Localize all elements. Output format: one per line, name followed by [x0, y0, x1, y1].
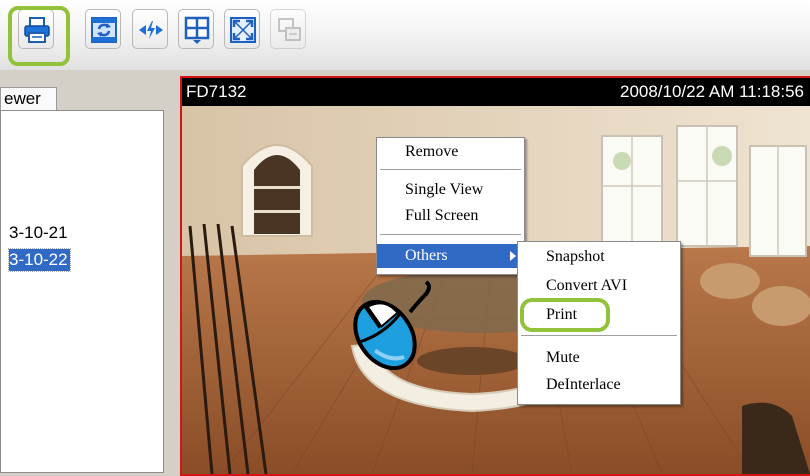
camera-name: FD7132 — [186, 82, 247, 101]
patrol-button[interactable] — [132, 9, 168, 49]
recording-tree: 3-10-21 3-10-22 — [0, 110, 164, 473]
menu-item-single-view[interactable]: Single View — [377, 178, 524, 202]
grid-layout-icon — [184, 16, 210, 44]
menu-item-label: DeInterlace — [546, 376, 621, 393]
tree-item-2008-10-21[interactable]: 3-10-21 — [9, 222, 68, 244]
refresh-button[interactable] — [85, 9, 121, 49]
menu-item-remove[interactable]: Remove — [377, 140, 524, 164]
refresh-icon — [91, 17, 117, 43]
menu-item-deinterlace[interactable]: DeInterlace — [518, 373, 680, 397]
menu-separator — [380, 169, 521, 171]
switch-view-button[interactable] — [270, 9, 306, 49]
menu-separator — [380, 234, 521, 236]
print-callout-highlight — [8, 6, 70, 66]
tree-item-label: 3-10-22 — [9, 250, 68, 269]
tree-item-label: 3-10-21 — [9, 223, 68, 242]
menu-item-others[interactable]: Others — [377, 244, 524, 268]
switch-view-icon — [278, 18, 301, 41]
menu-item-mute[interactable]: Mute — [518, 346, 680, 370]
layout-button[interactable] — [178, 9, 214, 49]
print-callout-highlight — [520, 298, 610, 332]
patrol-icon — [139, 21, 163, 39]
menu-item-full-screen[interactable]: Full Screen — [377, 204, 524, 228]
context-menu: Remove Single View Full Screen Others — [376, 137, 525, 275]
fullscreen-button[interactable] — [224, 9, 260, 49]
toolbar — [0, 0, 810, 70]
video-window[interactable]: FD7132 2008/10/22 AM 11:18:56 — [180, 76, 810, 476]
camera-timestamp: 2008/10/22 AM 11:18:56 — [619, 82, 804, 101]
fullscreen-icon — [230, 17, 256, 43]
menu-separator — [521, 335, 677, 337]
menu-item-convert-avi[interactable]: Convert AVI — [518, 274, 680, 298]
menu-item-snapshot[interactable]: Snapshot — [518, 245, 680, 269]
menu-item-label: Snapshot — [546, 248, 605, 265]
submenu-arrow-icon — [510, 251, 516, 261]
viewer-tab-label: ewer — [4, 89, 41, 108]
menu-item-label: Mute — [546, 349, 580, 366]
menu-item-label: Convert AVI — [546, 277, 628, 294]
menu-item-label: Full Screen — [405, 207, 479, 224]
tree-item-2008-10-22[interactable]: 3-10-22 — [8, 248, 71, 272]
menu-item-label: Others — [405, 247, 448, 264]
menu-item-label: Single View — [405, 181, 484, 198]
viewer-tab[interactable]: ewer — [0, 87, 57, 111]
menu-item-label: Remove — [405, 143, 459, 160]
mouse-icon — [353, 280, 431, 371]
video-header: FD7132 2008/10/22 AM 11:18:56 — [182, 78, 810, 106]
